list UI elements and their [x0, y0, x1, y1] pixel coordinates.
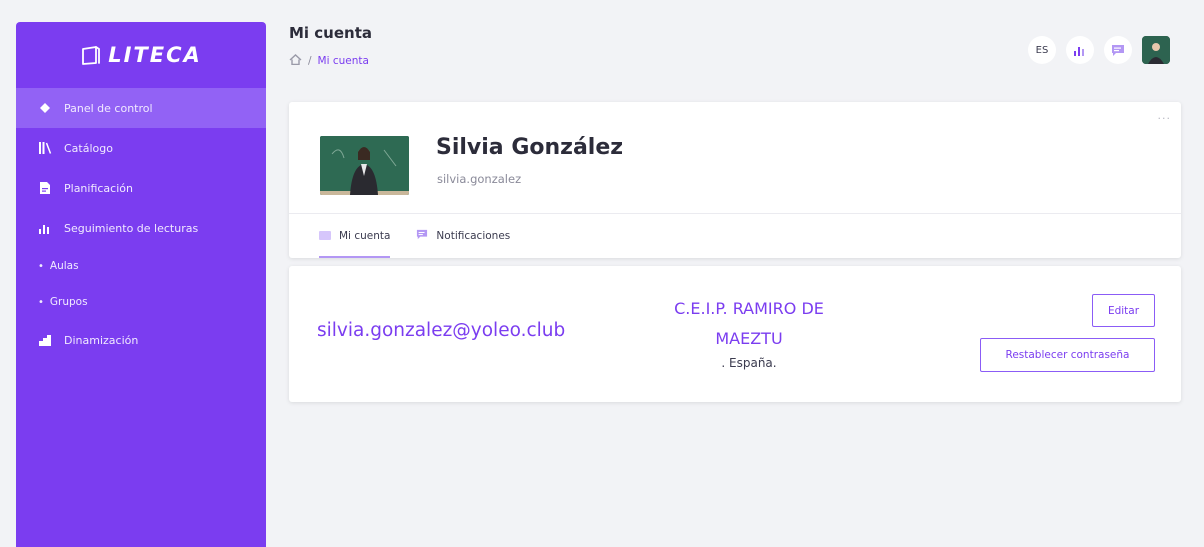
logo[interactable]: LITECA	[16, 22, 266, 88]
country-value: . España.	[721, 356, 777, 370]
bullet: •	[38, 296, 44, 308]
user-avatar[interactable]	[1142, 36, 1170, 64]
tab-label: Notificaciones	[436, 229, 511, 242]
profile-card: ··· Silvia González silvia.gonzalez Mi c…	[289, 102, 1181, 258]
sidebar-item-label: Planificación	[64, 181, 133, 195]
bar-chart-icon	[1074, 47, 1084, 56]
home-icon[interactable]	[289, 54, 302, 68]
profile-tabs: Mi cuenta Notificaciones	[319, 213, 510, 258]
sidebar-item-label: Seguimiento de lecturas	[64, 221, 199, 235]
books-icon	[38, 141, 52, 155]
header-actions: ES	[1028, 36, 1170, 64]
breadcrumb-separator: /	[308, 55, 312, 67]
sidebar-item-label: Panel de control	[64, 101, 153, 115]
bar-chart-icon	[38, 221, 52, 235]
sidebar-item-label: Dinamización	[64, 333, 139, 347]
sidebar-subitem-label: Aulas	[49, 260, 79, 272]
diamond-icon	[38, 101, 52, 115]
sidebar-item-planificacion[interactable]: Planificación	[16, 168, 266, 208]
signal-icon	[38, 333, 52, 347]
sidebar-item-dinamizacion[interactable]: Dinamización	[16, 320, 266, 360]
language-button[interactable]: ES	[1028, 36, 1056, 64]
document-icon	[38, 181, 52, 195]
school-name-line: C.E.I.P. RAMIRO DE	[674, 299, 824, 318]
account-details-card: silvia.gonzalez@yoleo.club C.E.I.P. RAMI…	[289, 266, 1181, 402]
breadcrumb-current[interactable]: Mi cuenta	[318, 55, 369, 67]
stats-button[interactable]	[1066, 36, 1094, 64]
school-name-line: MAEZTU	[715, 329, 783, 348]
bullet: •	[38, 260, 44, 272]
email-value: silvia.gonzalez@yoleo.club	[317, 320, 566, 341]
more-options-icon[interactable]: ···	[1158, 112, 1172, 125]
tab-mi-cuenta[interactable]: Mi cuenta	[319, 213, 391, 258]
notifications-button[interactable]	[1104, 36, 1132, 64]
sidebar-subitem-label: Grupos	[49, 296, 88, 308]
person-avatar-icon	[1142, 36, 1170, 64]
profile-username: silvia.gonzalez	[437, 172, 522, 186]
sidebar-item-label: Catálogo	[64, 141, 113, 155]
page-title: Mi cuenta	[289, 24, 373, 42]
tab-label: Mi cuenta	[339, 229, 391, 242]
reset-password-button[interactable]: Restablecer contraseña	[980, 338, 1155, 372]
school-name: C.E.I.P. RAMIRO DE MAEZTU	[649, 294, 849, 354]
id-card-icon	[319, 231, 331, 240]
sidebar-item-panel-de-control[interactable]: Panel de control	[16, 88, 266, 128]
message-icon	[416, 229, 428, 243]
sidebar-item-catalogo[interactable]: Catálogo	[16, 128, 266, 168]
tab-notificaciones[interactable]: Notificaciones	[416, 213, 510, 258]
profile-photo	[320, 136, 409, 195]
sidebar-subitem-grupos[interactable]: • Grupos	[16, 284, 266, 320]
sidebar: LITECA Panel de control Catálogo Planifi…	[16, 22, 266, 547]
book-logo-icon	[82, 46, 101, 65]
breadcrumb: / Mi cuenta	[289, 54, 369, 68]
sidebar-item-seguimiento-de-lecturas[interactable]: Seguimiento de lecturas	[16, 208, 266, 248]
brand-name: LITECA	[108, 43, 202, 67]
teacher-photo-icon	[320, 136, 409, 195]
edit-button[interactable]: Editar	[1092, 294, 1155, 327]
message-icon	[1112, 44, 1124, 56]
sidebar-subitem-aulas[interactable]: • Aulas	[16, 248, 266, 284]
profile-name: Silvia González	[436, 135, 624, 160]
